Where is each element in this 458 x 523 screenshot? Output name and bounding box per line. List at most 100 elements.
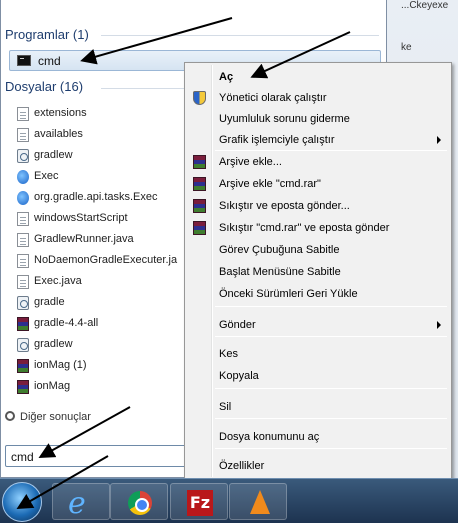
file-item[interactable]: Exec.java <box>17 272 192 292</box>
context-menu-item[interactable]: Yönetici olarak çalıştır <box>187 88 449 109</box>
doc-icon <box>17 233 29 247</box>
taskbar-chrome[interactable] <box>110 483 168 520</box>
ie-icon <box>17 191 29 205</box>
file-item[interactable]: windowsStartScript <box>17 209 192 229</box>
file-item-label: windowsStartScript <box>34 212 128 224</box>
doc-icon <box>17 275 29 289</box>
menu-separator <box>215 306 447 307</box>
file-item-label: extensions <box>34 107 87 119</box>
file-item-label: ionMag <box>34 380 71 392</box>
context-menu-item[interactable]: Özellikler <box>187 456 449 477</box>
context-menu-label: Arşive ekle "cmd.rar" <box>219 178 321 190</box>
submenu-arrow-icon <box>437 136 441 144</box>
menu-separator <box>215 336 447 337</box>
context-menu-item[interactable]: Arşive ekle... <box>187 152 449 173</box>
context-menu-item[interactable]: Görev Çubuğuna Sabitle <box>187 240 449 261</box>
file-item[interactable]: availables <box>17 125 192 145</box>
context-menu-item[interactable]: Kopyala <box>187 366 449 387</box>
filezilla-icon: Fz <box>187 490 213 516</box>
context-menu-item[interactable]: Uyumluluk sorunu giderme <box>187 109 449 130</box>
context-menu-label: Sil <box>219 401 232 413</box>
context-menu-label: Aç <box>219 71 234 83</box>
file-item[interactable]: NoDaemonGradleExecuter.ja <box>17 251 192 271</box>
other-results-label: Diğer sonuçlar <box>20 411 91 423</box>
taskbar-internet-explorer[interactable]: e <box>52 483 110 521</box>
file-item-label: gradlew <box>34 149 73 161</box>
file-item[interactable]: gradle-4.4-all <box>17 314 192 334</box>
file-item-label: gradlew <box>34 338 73 350</box>
winrar-icon <box>193 221 206 235</box>
file-item[interactable]: extensions <box>17 104 192 124</box>
context-menu-label: Uyumluluk sorunu giderme <box>219 113 350 125</box>
search-value: cmd <box>11 450 34 464</box>
shield-icon <box>193 91 206 105</box>
file-item[interactable]: ionMag (1) <box>17 356 192 376</box>
winrar-icon <box>193 199 206 213</box>
doc-icon <box>17 254 29 268</box>
context-menu-label: Kopyala <box>219 370 259 382</box>
file-item-label: Exec.java <box>34 275 82 287</box>
chrome-icon <box>128 491 152 515</box>
context-menu-label: Görev Çubuğuna Sabitle <box>219 244 340 256</box>
taskbar-filezilla[interactable]: Fz <box>170 483 228 520</box>
context-menu-item[interactable]: Sıkıştır ve eposta gönder... <box>187 196 449 217</box>
internet-explorer-icon: e <box>68 486 86 521</box>
cmd-icon <box>17 55 31 66</box>
context-menu-item[interactable]: Kes <box>187 344 449 365</box>
file-item-label: NoDaemonGradleExecuter.ja <box>34 254 178 266</box>
winrar-icon <box>17 380 29 394</box>
context-menu-item[interactable]: Gönder <box>187 315 449 336</box>
context-menu-item[interactable]: Önceki Sürümleri Geri Yükle <box>187 284 449 305</box>
file-item[interactable]: ionMag <box>17 377 192 397</box>
file-item[interactable]: GradlewRunner.java <box>17 230 192 250</box>
menu-separator <box>215 448 447 449</box>
programs-header: Programlar (1) <box>5 27 89 42</box>
context-menu: Aç Yönetici olarak çalıştır Uyumluluk soru… <box>184 62 452 480</box>
file-item[interactable]: gradlew <box>17 335 192 355</box>
context-menu-label: Grafik işlemciyle çalıştır <box>219 134 335 146</box>
winrar-icon <box>193 177 206 191</box>
file-item-label: Exec <box>34 170 59 182</box>
context-menu-item[interactable]: Dosya konumunu aç <box>187 427 449 448</box>
taskbar-vlc[interactable] <box>229 483 287 520</box>
file-item[interactable]: org.gradle.api.tasks.Exec <box>17 188 192 208</box>
context-menu-label: Başlat Menüsüne Sabitle <box>219 266 341 278</box>
context-menu-item[interactable]: Aç <box>187 67 449 88</box>
start-orb-icon[interactable] <box>2 482 42 522</box>
gear-icon <box>17 296 29 310</box>
program-label: cmd <box>38 54 61 68</box>
context-menu-label: Sıkıştır ve eposta gönder... <box>219 200 350 212</box>
context-menu-label: Kes <box>219 348 238 360</box>
doc-gear-icon <box>17 128 29 142</box>
file-item-label: ionMag (1) <box>34 359 87 371</box>
file-item[interactable]: gradlew <box>17 146 192 166</box>
search-icon <box>5 411 15 421</box>
ie-icon <box>17 170 29 184</box>
context-menu-label: Sıkıştır "cmd.rar" ve eposta gönder <box>219 222 390 234</box>
winrar-icon <box>193 155 206 169</box>
vlc-icon <box>250 490 270 514</box>
file-item-label: availables <box>34 128 83 140</box>
context-menu-label: Arşive ekle... <box>219 156 282 168</box>
context-menu-item[interactable]: Sıkıştır "cmd.rar" ve eposta gönder <box>187 218 449 239</box>
context-menu-item[interactable]: Grafik işlemciyle çalıştır <box>187 130 449 151</box>
gear-icon <box>17 338 29 352</box>
context-menu-item[interactable]: Başlat Menüsüne Sabitle <box>187 262 449 283</box>
doc-icon <box>17 212 29 226</box>
file-item-label: org.gradle.api.tasks.Exec <box>34 191 158 203</box>
context-menu-item[interactable]: Sil <box>187 397 449 418</box>
taskbar: e Fz <box>0 478 458 523</box>
background-text: ...Ckeyexe <box>401 0 449 11</box>
winrar-icon <box>17 359 29 373</box>
file-item[interactable]: Exec <box>17 167 192 187</box>
menu-separator <box>215 418 447 419</box>
submenu-arrow-icon <box>437 321 441 329</box>
files-header: Dosyalar (16) <box>5 79 84 94</box>
background-text: ke <box>401 42 412 53</box>
file-item[interactable]: gradle <box>17 293 192 313</box>
section-divider <box>101 35 379 36</box>
file-item-label: GradlewRunner.java <box>34 233 134 245</box>
winrar-icon <box>17 317 29 331</box>
context-menu-label: Dosya konumunu aç <box>219 431 320 443</box>
context-menu-item[interactable]: Arşive ekle "cmd.rar" <box>187 174 449 195</box>
